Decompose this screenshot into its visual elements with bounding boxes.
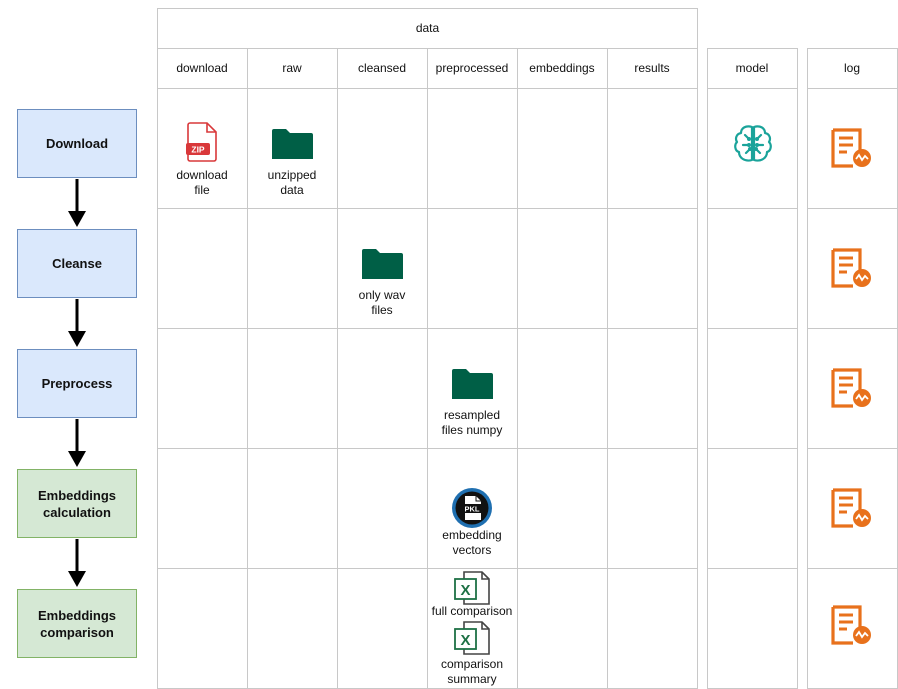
zip-file-icon: ZIP [186, 122, 217, 162]
stage-cleanse: Cleanse [17, 229, 137, 298]
column-header-raw: raw [282, 61, 302, 75]
stage-embeddings-comparison: Embeddings comparison [17, 589, 137, 658]
folder-icon [452, 369, 493, 399]
download-file-label: download file [176, 168, 228, 197]
comparison-summary-label: comparison summary [440, 657, 504, 686]
svg-text:X: X [460, 582, 470, 599]
folder-icon [272, 129, 313, 159]
pkl-badge: PKL [465, 505, 480, 514]
resampled-files-label: resampled files numpy [441, 408, 503, 437]
unzipped-data-label: unzipped data [267, 168, 317, 197]
pkl-file-icon: PKL [452, 488, 492, 528]
excel-file-icon: X [454, 621, 490, 655]
stage-embeddings-calculation: Embeddings calculation [17, 469, 137, 538]
log-file-icon [831, 368, 871, 408]
log-file-icon [831, 128, 871, 168]
table-grid [68, 8, 898, 689]
log-file-icon [831, 248, 871, 288]
svg-text:ZIP: ZIP [191, 145, 205, 155]
column-header-preprocessed: preprocessed [435, 61, 509, 75]
column-header-cleansed: cleansed [357, 61, 407, 75]
column-header-embeddings: embeddings [529, 61, 595, 75]
stage-download: Download [17, 109, 137, 178]
stage-preprocess: Preprocess [17, 349, 137, 418]
column-header-results: results [634, 61, 670, 75]
header-data: data [415, 21, 440, 35]
brain-model-icon [734, 125, 772, 162]
column-header-download: download [176, 61, 228, 75]
full-comparison-label: full comparison [431, 604, 513, 618]
embedding-vectors-label: embedding vectors [442, 528, 502, 557]
folder-icon [362, 249, 403, 279]
excel-file-icon: X [454, 571, 490, 605]
svg-text:X: X [460, 632, 470, 649]
only-wav-files-label: only wav files [358, 288, 406, 317]
log-file-icon [831, 605, 871, 645]
log-file-icon [831, 488, 871, 528]
column-header-log: log [843, 61, 860, 75]
column-header-model: model [735, 61, 769, 75]
